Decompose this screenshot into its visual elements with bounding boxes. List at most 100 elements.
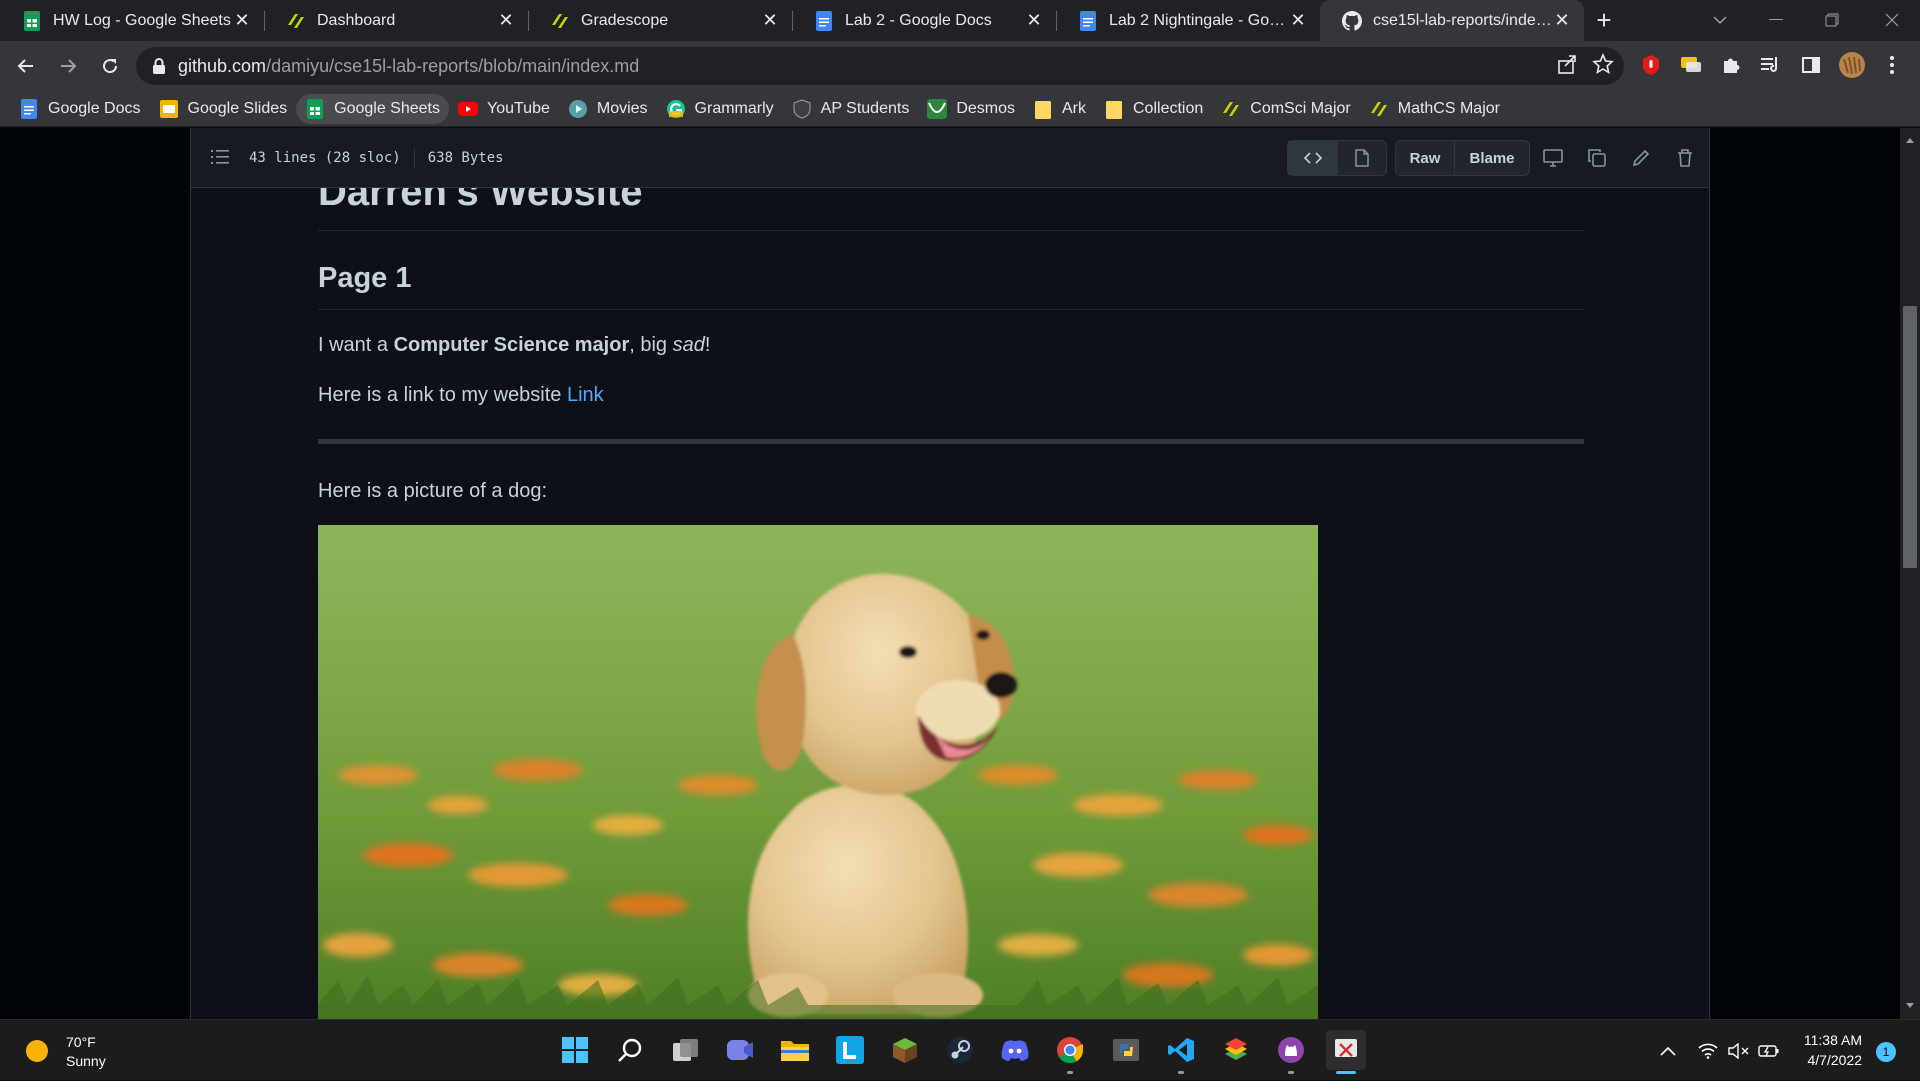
running-indicator — [1288, 1071, 1294, 1074]
raw-blame-group: Raw Blame — [1395, 140, 1530, 176]
folder-icon — [1104, 99, 1124, 119]
close-tab-icon[interactable]: ✕ — [1552, 10, 1572, 31]
desmos-icon — [927, 98, 948, 119]
tab-lab2-nightingale[interactable]: Lab 2 Nightingale - Google Docs ✕ — [1056, 0, 1320, 41]
google-docs-icon — [19, 98, 39, 119]
website-link[interactable]: Link — [567, 384, 604, 406]
italic-text: sad — [672, 334, 705, 356]
outline-list-icon[interactable] — [211, 149, 229, 167]
page-scrollbar[interactable] — [1900, 128, 1920, 1019]
l-app-icon[interactable] — [830, 1030, 870, 1070]
teams-chat-icon[interactable] — [720, 1030, 760, 1070]
bookmark-google-sheets[interactable]: Google Sheets — [296, 93, 449, 124]
restore-icon[interactable] — [1804, 0, 1860, 40]
bookmark-google-slides[interactable]: Google Slides — [150, 94, 297, 124]
tab-gradescope[interactable]: Gradescope ✕ — [528, 0, 792, 41]
comment-extension-icon[interactable] — [1673, 47, 1709, 83]
preview-view-button[interactable] — [1337, 141, 1386, 175]
url-text[interactable]: github.com/damiyu/cse15l-lab-reports/blo… — [178, 56, 639, 77]
bold-text: Computer Science major — [393, 334, 630, 356]
bookmark-ark[interactable]: Ark — [1024, 94, 1095, 124]
bookmark-mathcs-major[interactable]: MathCS Major — [1360, 94, 1509, 124]
bookmark-comsci-major[interactable]: ComSci Major — [1212, 94, 1359, 124]
system-clock[interactable]: 11:38 AM 4/7/2022 — [1790, 1030, 1862, 1070]
running-indicator — [1178, 1071, 1184, 1074]
bluestacks-icon[interactable] — [1216, 1030, 1256, 1070]
share-icon[interactable] — [1556, 53, 1578, 80]
address-bar[interactable]: github.com/damiyu/cse15l-lab-reports/blo… — [136, 47, 1624, 85]
heading-divider — [318, 230, 1584, 231]
adblock-extension-icon[interactable] — [1633, 47, 1669, 83]
bookmark-youtube[interactable]: YouTube — [449, 94, 559, 124]
bookmark-label: YouTube — [486, 99, 550, 117]
extensions-puzzle-icon[interactable] — [1713, 47, 1749, 83]
bookmark-label: Desmos — [956, 99, 1015, 117]
chrome-icon[interactable] — [1050, 1030, 1090, 1074]
minimize-icon[interactable] — [1748, 0, 1804, 40]
code-view-button[interactable] — [1288, 141, 1337, 175]
avatar[interactable] — [1834, 47, 1870, 83]
minecraft-icon[interactable] — [885, 1030, 925, 1070]
battery-charging-icon[interactable] — [1758, 1020, 1780, 1081]
google-sheets-icon — [305, 98, 325, 119]
edit-pencil-icon[interactable] — [1629, 146, 1653, 170]
bookmarks-bar: Google Docs Google Slides Google Sheets … — [0, 91, 1920, 127]
close-tab-icon[interactable]: ✕ — [496, 10, 516, 31]
chrome-menu-icon[interactable] — [1874, 47, 1910, 83]
media-control-icon[interactable] — [1753, 47, 1789, 83]
snipping-tool-icon[interactable] — [1326, 1030, 1366, 1074]
ap-students-icon — [792, 98, 812, 119]
side-panel-icon[interactable] — [1793, 47, 1829, 83]
search-icon[interactable] — [610, 1030, 650, 1070]
close-window-icon[interactable] — [1864, 0, 1920, 40]
trash-icon[interactable] — [1673, 146, 1697, 170]
close-tab-icon[interactable]: ✕ — [232, 10, 252, 31]
bookmark-star-icon[interactable] — [1592, 52, 1614, 80]
volume-muted-icon[interactable] — [1728, 1020, 1750, 1081]
desktop-icon[interactable] — [1541, 146, 1565, 170]
bookmark-collection[interactable]: Collection — [1095, 94, 1212, 124]
heading-divider — [318, 309, 1584, 310]
paragraph-link: Here is a link to my website Link — [318, 384, 604, 406]
tab-search-icon[interactable] — [1692, 0, 1748, 40]
scroll-up-arrow-icon[interactable] — [1900, 132, 1920, 148]
windows-start-icon[interactable] — [555, 1030, 595, 1070]
bookmark-desmos[interactable]: Desmos — [918, 94, 1024, 124]
file-explorer-icon[interactable] — [775, 1030, 815, 1070]
weather-widget[interactable]: 70°F Sunny — [26, 1032, 106, 1070]
bookmark-movies[interactable]: Movies — [559, 94, 657, 124]
tab-github-index[interactable]: cse15l-lab-reports/index.md ✕ — [1320, 0, 1584, 41]
blame-button[interactable]: Blame — [1454, 141, 1529, 175]
bookmark-grammarly[interactable]: Grammarly — [657, 94, 783, 124]
google-slides-icon — [159, 99, 179, 119]
bookmark-google-docs[interactable]: Google Docs — [10, 94, 150, 124]
tab-dashboard[interactable]: Dashboard ✕ — [264, 0, 528, 41]
bookmark-label: Google Docs — [48, 99, 141, 117]
show-hidden-icons-chevron-icon[interactable] — [1660, 1020, 1676, 1081]
raw-button[interactable]: Raw — [1396, 141, 1454, 175]
task-view-icon[interactable] — [666, 1030, 706, 1070]
new-tab-button[interactable]: + — [1584, 0, 1624, 41]
back-arrow-icon[interactable] — [6, 46, 46, 86]
wifi-icon[interactable] — [1698, 1020, 1718, 1081]
reload-icon[interactable] — [90, 46, 130, 86]
vscode-icon[interactable] — [1161, 1030, 1201, 1074]
close-tab-icon[interactable]: ✕ — [760, 10, 780, 31]
bookmark-label: ComSci Major — [1250, 99, 1351, 117]
close-tab-icon[interactable]: ✕ — [1288, 10, 1308, 31]
steam-icon[interactable] — [940, 1030, 980, 1070]
close-tab-icon[interactable]: ✕ — [1024, 10, 1044, 31]
weather-condition: Sunny — [66, 1053, 106, 1069]
scroll-down-arrow-icon[interactable] — [1900, 998, 1920, 1014]
notification-badge[interactable]: 1 — [1876, 1042, 1896, 1062]
copy-icon[interactable] — [1585, 146, 1609, 170]
lock-icon[interactable] — [152, 58, 166, 74]
forward-arrow-icon[interactable] — [48, 46, 88, 86]
python-idle-icon[interactable] — [1106, 1030, 1146, 1070]
discord-icon[interactable] — [995, 1030, 1035, 1070]
scrollbar-thumb[interactable] — [1903, 306, 1917, 568]
tab-lab2-docs[interactable]: Lab 2 - Google Docs ✕ — [792, 0, 1056, 41]
tab-hw-log[interactable]: HW Log - Google Sheets ✕ — [0, 0, 264, 41]
bookmark-ap-students[interactable]: AP Students — [783, 94, 919, 124]
github-desktop-icon[interactable] — [1271, 1030, 1311, 1074]
